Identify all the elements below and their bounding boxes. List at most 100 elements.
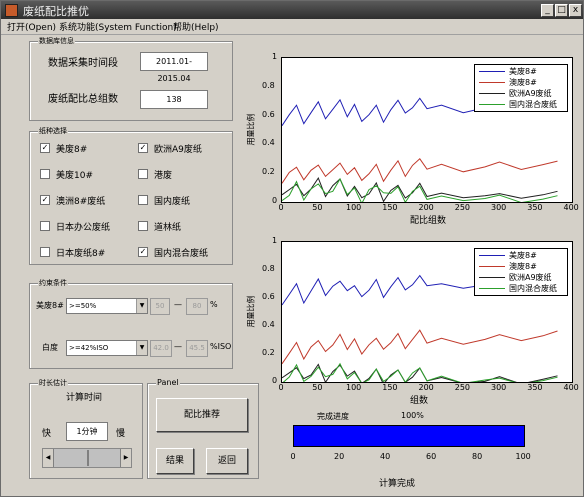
x-axis-label: 配比组数 (410, 216, 447, 226)
x-tick-label: 50 (312, 383, 323, 392)
calc-time-field[interactable]: 1分钟 (66, 422, 108, 441)
menu-bar: 打开(Open) 系统功能(System Function) 帮助(Help) (1, 19, 583, 35)
fast-label: 快 (42, 429, 52, 439)
chart-legend: 美废8# 澳废8# 欧洲A9废纸 国内混合废纸 (474, 64, 568, 112)
legend-swatch (479, 82, 505, 83)
chart-legend: 美废8# 澳废8# 欧洲A9废纸 国内混合废纸 (474, 248, 568, 296)
period-label: 数据采集时间段 (48, 58, 118, 69)
y-axis-label: 用量比例 (246, 295, 256, 328)
paper-checkbox[interactable]: ✓ (40, 195, 50, 205)
progress-tick-label: 40 (380, 452, 391, 461)
legend-label: 美废8# (509, 251, 537, 260)
x-tick-label: 300 (491, 203, 507, 212)
constraint2-select[interactable]: >=42%ISO ▼ (66, 340, 148, 356)
legend-swatch (479, 93, 505, 94)
legend-label: 美废8# (509, 67, 537, 76)
paper-checkbox[interactable]: ✓ (138, 247, 148, 257)
paper-checkbox-label: 日本办公废纸 (56, 223, 111, 233)
slider-left-arrow-icon[interactable]: ◀ (43, 449, 54, 467)
paper-checkbox[interactable]: ✓ (40, 143, 50, 153)
x-tick-label: 100 (346, 203, 362, 212)
constraint2-high: 45.5 (186, 340, 208, 357)
window-title: 废纸配比推优 (23, 5, 89, 18)
groups-field[interactable]: 138 (140, 90, 208, 109)
paper-checkbox[interactable] (138, 221, 148, 231)
x-tick-label: 400 (563, 383, 579, 392)
paper-checkbox[interactable] (40, 247, 50, 257)
x-tick-label: 100 (346, 383, 362, 392)
progress-label: 完成进度 (317, 412, 349, 421)
y-axis-label: 用量比例 (246, 113, 256, 146)
x-tick-label: 350 (527, 203, 543, 212)
chevron-down-icon: ▼ (136, 341, 147, 355)
recommend-button[interactable]: 配比推荐 (156, 398, 248, 432)
x-tick-label: 400 (563, 203, 579, 212)
constraint2-dash: — (174, 342, 182, 351)
paper-checkbox-label: 国内混合废纸 (154, 249, 209, 259)
x-tick-label: 200 (418, 203, 434, 212)
paper-checkbox-label: 国内废纸 (154, 197, 191, 207)
slider-thumb[interactable] (87, 450, 89, 466)
paper-checkbox[interactable] (40, 221, 50, 231)
database-info-title: 数据库信息 (38, 36, 75, 46)
menu-help[interactable]: 帮助(Help) (173, 20, 219, 33)
legend-label: 国内混合废纸 (509, 100, 557, 109)
x-axis-label: 组数 (410, 396, 429, 406)
progress-tick-label: 0 (290, 452, 296, 461)
title-bar: 废纸配比推优 _ □ x (1, 1, 583, 19)
paper-checkbox[interactable]: ✓ (138, 143, 148, 153)
progress-tick-label: 80 (472, 452, 483, 461)
close-button[interactable]: x (569, 4, 582, 17)
x-tick-label: 0 (278, 383, 284, 392)
series-line (282, 158, 558, 184)
paper-checkbox[interactable] (40, 169, 50, 179)
time-slider[interactable]: ◀ ▶ (42, 448, 132, 468)
constraint1-dash: — (174, 300, 182, 309)
constraint1-select[interactable]: >=50% ▼ (66, 298, 148, 314)
slider-right-arrow-icon[interactable]: ▶ (120, 449, 131, 467)
constraint1-unit: % (210, 300, 218, 309)
progress-tick-label: 60 (426, 452, 437, 461)
legend-swatch (479, 277, 505, 278)
menu-open[interactable]: 打开(Open) (7, 20, 56, 33)
paper-checkbox-label: 美废10# (56, 171, 93, 181)
progress-tick-label: 100 (515, 452, 531, 461)
legend-swatch (479, 71, 505, 72)
paper-checkbox-label: 澳洲8#废纸 (56, 197, 106, 207)
y-tick-label: 0 (272, 196, 278, 205)
minimize-button[interactable]: _ (541, 4, 554, 17)
series-line (282, 362, 558, 382)
y-tick-label: 1 (272, 52, 278, 61)
legend-swatch (479, 255, 505, 256)
progress-tick-label: 20 (334, 452, 345, 461)
y-tick-label: 0.6 (262, 109, 275, 119)
constraint1-low: 50 (150, 298, 170, 315)
database-info-group: 数据库信息 数据采集时间段 2011.01-2015.04 废纸配比总组数 13… (29, 36, 233, 121)
paper-checkbox[interactable] (138, 169, 148, 179)
app-window: 废纸配比推优 _ □ x 打开(Open) 系统功能(System Functi… (0, 0, 584, 497)
x-tick-label: 50 (312, 203, 323, 212)
panel-group: Panel 配比推荐 结果 返回 (147, 378, 259, 479)
app-icon (5, 4, 18, 17)
menu-system-function[interactable]: 系统功能(System Function) (59, 20, 177, 33)
paper-checkbox-label: 港废 (154, 171, 173, 181)
paper-checkbox-label: 道林纸 (154, 223, 182, 233)
x-tick-label: 250 (454, 383, 471, 392)
chart-axes: 美废8# 澳废8# 欧洲A9废纸 国内混合废纸 (281, 57, 573, 203)
maximize-button[interactable]: □ (555, 4, 568, 17)
y-tick-label: 0.4 (262, 320, 275, 329)
constraints-title: 约束条件 (38, 278, 68, 288)
paper-checkbox-label: 美废8# (56, 145, 88, 155)
chart-axes: 美废8# 澳废8# 欧洲A9废纸 国内混合废纸 (281, 241, 573, 383)
paper-select-group: 纸种选择 ✓ 美废8# ✓ 欧洲A9废纸 美废10# 港废 ✓ 澳洲8#废纸 国内废纸 日本办公废… (29, 126, 233, 265)
legend-swatch (479, 288, 505, 289)
constraint2-label: 白度 (42, 343, 58, 352)
paper-checkbox[interactable] (138, 195, 148, 205)
paper-checkbox-label: 欧洲A9废纸 (154, 145, 202, 155)
back-button[interactable]: 返回 (206, 448, 248, 474)
result-button[interactable]: 结果 (156, 448, 194, 474)
constraint1-high: 80 (186, 298, 208, 315)
time-estimate-title: 时长估计 (38, 378, 68, 388)
period-field[interactable]: 2011.01-2015.04 (140, 52, 208, 83)
legend-label: 欧洲A9废纸 (509, 273, 552, 282)
